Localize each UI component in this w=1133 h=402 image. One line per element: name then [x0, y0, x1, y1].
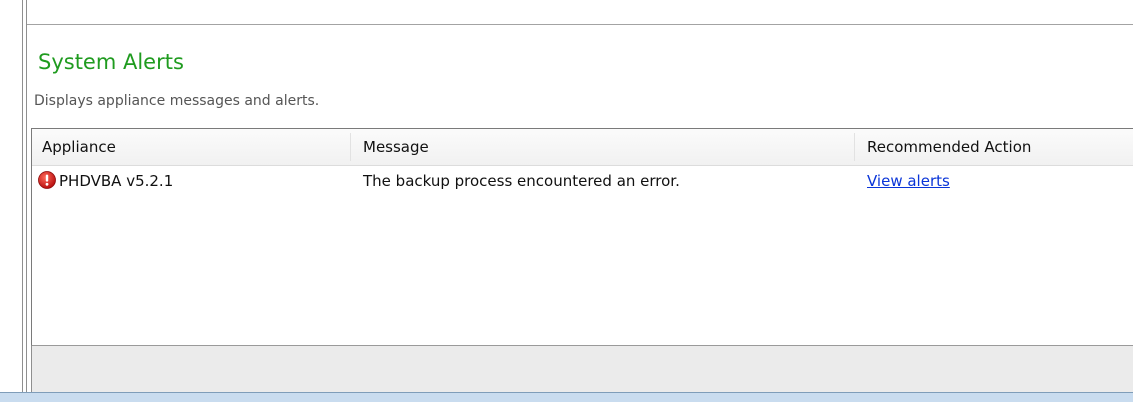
cell-message: The backup process encountered an error. [363, 172, 680, 190]
cell-appliance: PHDVBA v5.2.1 [59, 172, 174, 190]
column-divider[interactable] [854, 133, 855, 161]
grid-header: Appliance Message Recommended Action [32, 129, 1133, 166]
system-alerts-panel: System Alerts Displays appliance message… [27, 25, 1133, 392]
panel-title: System Alerts [38, 50, 184, 74]
table-row[interactable]: PHDVBA v5.2.1 The backup process encount… [32, 165, 1133, 197]
panel-subtitle: Displays appliance messages and alerts. [34, 93, 320, 109]
column-header-appliance[interactable]: Appliance [42, 129, 116, 165]
status-strip-border [0, 392, 1133, 393]
column-header-recommended-action[interactable]: Recommended Action [867, 129, 1031, 165]
view-alerts-link[interactable]: View alerts [867, 165, 950, 197]
grid-footer-bar [31, 346, 1133, 392]
alerts-grid: Appliance Message Recommended Action PHD… [31, 128, 1133, 346]
status-strip [0, 392, 1133, 402]
error-icon [38, 171, 56, 189]
column-divider[interactable] [350, 133, 351, 161]
column-header-message[interactable]: Message [363, 129, 429, 165]
window-frame-left-outer [22, 0, 23, 392]
